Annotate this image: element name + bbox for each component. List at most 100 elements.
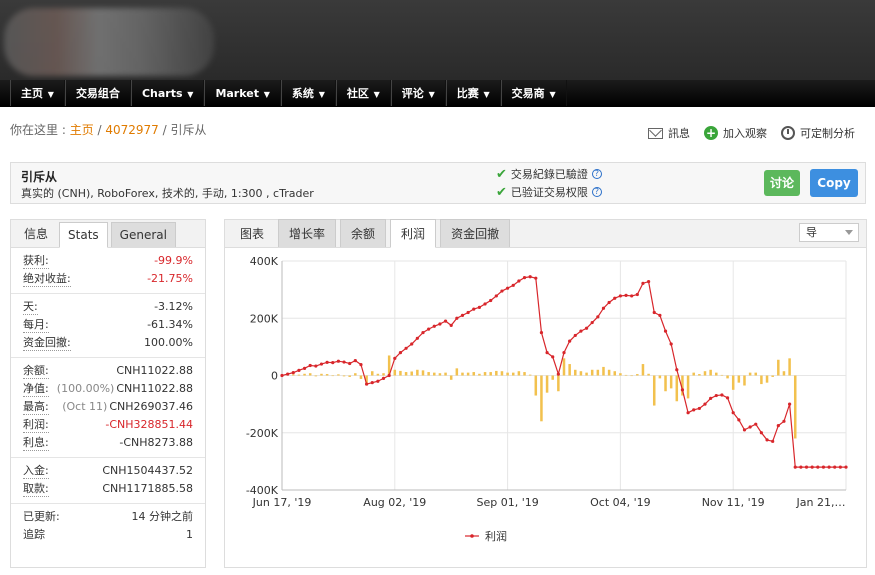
stat-label: 获利: [23,254,49,269]
discuss-button[interactable]: 讨论 [764,170,800,196]
stats-group: 余额: CNH11022.88 净值: (100.00%) CNH11022.88 最高:… [11,358,205,458]
profit-point [342,360,346,364]
profit-point [472,307,476,311]
breadcrumb-sep: / [158,123,171,137]
account-summary: 引斥从 真实的 (CNH), RoboForex, 技术的, 手动, 1:300… [10,162,866,204]
breadcrumb-account-link[interactable]: 4072977 [105,123,158,137]
daily-profit-bar [523,372,526,376]
stats-tabs: 信息 Stats General [11,220,205,248]
daily-profit-bar [782,371,786,376]
nav-item-0[interactable]: 主页 ▼ [10,80,65,106]
custom-analysis-label: 可定制分析 [800,127,855,140]
export-select-value: 导 [806,226,817,239]
chart-tab-4[interactable]: 资金回撤 [440,219,511,247]
export-select[interactable]: 导 [799,223,859,242]
nav-item-5[interactable]: 社区 ▼ [335,80,391,106]
daily-profit-bar [483,372,487,376]
stat-label: 资金回撤: [23,336,71,351]
daily-profit-bar [675,375,679,402]
help-icon[interactable]: ? [591,169,602,179]
nav-item-label: 社区 [346,87,369,100]
stat-row: 已更新: 14 分钟之前 [11,508,205,526]
profit-point [833,465,837,469]
profit-point [568,339,572,343]
breadcrumb-home-link[interactable]: 主页 [70,123,94,137]
messages-link[interactable]: 訊息 [648,125,690,141]
profit-point [788,402,792,406]
caret-down-icon: ▼ [45,90,54,99]
profit-point [748,425,752,429]
profit-point [286,372,290,376]
clock-icon [781,126,795,140]
daily-profit-bar [308,373,312,376]
stat-label: 利润: [23,418,49,433]
daily-profit-bar [325,374,329,376]
profit-point [421,330,425,335]
daily-profit-bar [534,375,538,396]
profit-point [765,438,769,442]
daily-profit-bar [421,370,425,376]
custom-analysis-link[interactable]: 可定制分析 [781,125,855,141]
site-logo[interactable] [4,8,214,76]
profit-point [776,423,780,428]
nav-item-1[interactable]: 交易组合 [64,80,131,106]
profit-point [596,315,600,319]
add-watch-link[interactable]: + 加入观察 [704,125,767,141]
profit-point [827,465,831,469]
profit-point [331,361,335,365]
nav-item-8[interactable]: 交易商 ▼ [500,80,567,106]
chart-tab-3[interactable]: 利润 [390,219,437,248]
stats-group: 获利: -99.9% 绝对收益: -21.75% [11,248,205,294]
chevron-down-icon [845,230,853,235]
profit-point [618,294,622,298]
profit-point [348,361,352,366]
nav-item-label: 交易商 [511,87,545,100]
profit-point [658,313,662,317]
profit-point [652,310,656,315]
help-icon[interactable]: ? [591,187,602,197]
nav-item-3[interactable]: Market ▼ [204,80,281,106]
daily-profit-bar [331,375,335,377]
chart-tab-1[interactable]: 增长率 [278,219,337,247]
caret-down-icon: ▼ [184,90,194,99]
caret-down-icon: ▼ [480,90,490,99]
daily-profit-bar [427,372,430,376]
nav-item-label: 评论 [401,87,424,100]
profit-point [562,351,566,355]
profit-point [353,359,357,363]
nav-item-2[interactable]: Charts ▼ [130,80,205,106]
daily-profit-bar [664,375,667,392]
nav-item-4[interactable]: 系统 ▼ [280,80,336,106]
daily-profit-bar [376,373,380,376]
profit-point [635,292,639,297]
chart-tabs: 图表 增长率 余额 利润 资金回撤 [225,219,866,248]
tab-stats[interactable]: Stats [59,222,108,248]
nav-item-label: 交易组合 [75,87,120,100]
tab-info[interactable]: 信息 [16,220,56,247]
profit-point [483,302,487,306]
verified-privileges-label: 已验证交易权限 [510,186,588,199]
chart-panel: 图表 增长率 余额 利润 资金回撤 导 400K 200K 0 -200K -400K Jun 1… [224,219,867,568]
profit-point [381,376,386,380]
daily-profit-bar [438,373,442,376]
daily-profit-bar [292,374,295,376]
daily-profit-bar [743,375,746,386]
nav-item-7[interactable]: 比赛 ▼ [445,80,501,106]
chart-tab-2[interactable]: 余额 [340,219,387,247]
daily-profit-bar [748,372,752,376]
profit-point [697,406,701,411]
x-tick-label: Oct 04, '19 [590,496,651,509]
stats-group: 天: -3.12% 每月: -61.34% 资金回撤: 100.00% [11,294,205,358]
daily-profit-bar [511,372,515,376]
copy-button[interactable]: Copy [810,169,858,197]
daily-profit-bar [590,369,594,376]
daily-profit-bar [754,372,758,376]
profit-point [725,396,730,400]
daily-profit-bar [641,364,645,376]
chart-tab-0[interactable]: 图表 [230,220,274,247]
daily-profit-bar [348,375,351,377]
profit-point [680,388,685,392]
tab-general[interactable]: General [110,222,176,247]
stat-row: 绝对收益: -21.75% [11,270,205,288]
nav-item-6[interactable]: 评论 ▼ [390,80,446,106]
